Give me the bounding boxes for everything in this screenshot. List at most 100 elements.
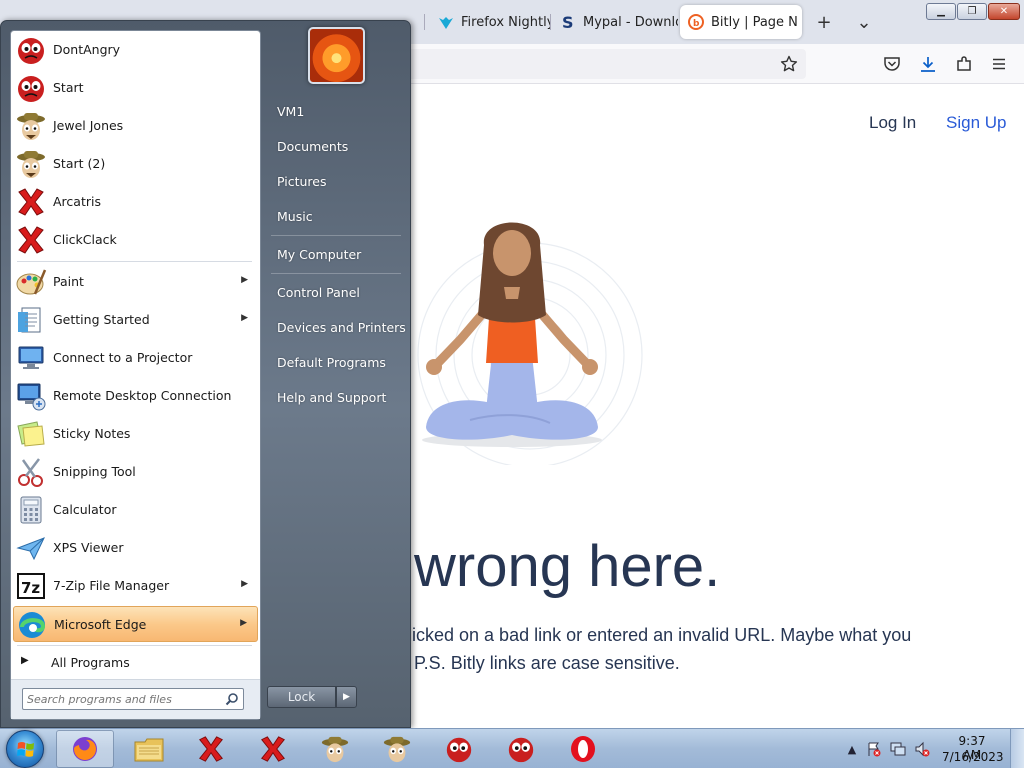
- minimize-icon: ▁: [937, 6, 945, 17]
- edge-icon: [19, 612, 46, 638]
- program-microsoft-edge[interactable]: Microsoft Edge ▶: [13, 606, 258, 642]
- svg-text:b: b: [693, 19, 700, 29]
- user-account-picture[interactable]: [308, 27, 365, 84]
- program-getting-started[interactable]: Getting Started ▶: [13, 302, 258, 338]
- right-item-label: Devices and Printers: [277, 320, 406, 335]
- all-programs-divider: [17, 645, 252, 646]
- hamburger-menu-icon[interactable]: [988, 53, 1010, 75]
- angry-ball-icon: [18, 76, 44, 102]
- program-start-2[interactable]: Start (2): [13, 146, 258, 182]
- tab-mypal[interactable]: S Mypal - Downlo: [552, 5, 678, 39]
- program-connect-projector[interactable]: Connect to a Projector: [13, 340, 258, 376]
- program-label: Arcatris: [53, 194, 101, 209]
- tab-hidden[interactable]: [408, 5, 430, 39]
- taskbar-explorer-character-app[interactable]: [368, 730, 426, 768]
- taskbar-red-x-app[interactable]: [182, 730, 240, 768]
- search-input[interactable]: [27, 691, 217, 707]
- lock-button[interactable]: Lock: [267, 686, 336, 708]
- right-item-pictures[interactable]: Pictures: [267, 168, 405, 196]
- right-item-label: Default Programs: [277, 355, 386, 370]
- taskbar-red-x-app[interactable]: [244, 730, 302, 768]
- windows-logo-icon: [17, 742, 34, 757]
- program-label: Connect to a Projector: [53, 350, 193, 365]
- taskbar-angry-ball-app[interactable]: [430, 730, 488, 768]
- tab-label: Mypal - Downlo: [583, 14, 678, 30]
- program-clickclack[interactable]: ClickClack: [13, 222, 258, 258]
- pocket-icon[interactable]: [881, 53, 903, 75]
- explorer-character-icon: [17, 151, 45, 178]
- seven-zip-icon: 7z: [17, 573, 45, 599]
- right-item-devices-printers[interactable]: Devices and Printers: [267, 314, 406, 342]
- right-item-vm1[interactable]: VM1: [267, 98, 405, 126]
- program-arcatris[interactable]: Arcatris: [13, 184, 258, 220]
- red-x-icon: [18, 188, 44, 216]
- program-snipping-tool[interactable]: Snipping Tool: [13, 454, 258, 490]
- program-label: Start (2): [53, 156, 106, 171]
- search-box[interactable]: [22, 688, 244, 710]
- submenu-arrow-icon: ▶: [241, 313, 248, 323]
- program-paint[interactable]: Paint ▶: [13, 264, 258, 300]
- start-button[interactable]: [6, 730, 44, 768]
- program-sticky-notes[interactable]: Sticky Notes: [13, 416, 258, 452]
- program-label: XPS Viewer: [53, 540, 124, 555]
- right-item-default-programs[interactable]: Default Programs: [267, 349, 405, 377]
- list-all-tabs-button[interactable]: ⌄: [850, 8, 878, 36]
- search-icon[interactable]: [225, 692, 239, 706]
- program-label: Jewel Jones: [53, 118, 124, 133]
- program-7zip[interactable]: 7z 7-Zip File Manager ▶: [13, 568, 258, 604]
- taskbar: ▲ 9:37 AM 7/16/2023: [0, 728, 1024, 768]
- pinned-divider: [17, 261, 252, 262]
- close-icon: ✕: [999, 6, 1009, 17]
- program-dontangry[interactable]: DontAngry: [13, 32, 258, 68]
- taskbar-file-explorer[interactable]: [120, 730, 178, 768]
- program-xps-viewer[interactable]: XPS Viewer: [13, 530, 258, 566]
- show-desktop-button[interactable]: [1010, 729, 1024, 768]
- meditating-woman-illustration: [417, 222, 643, 465]
- window-close-button[interactable]: ✕: [988, 3, 1020, 20]
- right-item-documents[interactable]: Documents: [267, 133, 405, 161]
- submenu-arrow-icon: ▶: [241, 275, 248, 285]
- submenu-arrow-icon: ▶: [240, 618, 247, 628]
- start-menu-programs-pane: DontAngry Start Jewel Jones Start (2) Ar…: [10, 30, 261, 720]
- program-label: ClickClack: [53, 232, 117, 247]
- bookmark-star-icon[interactable]: [778, 53, 800, 75]
- program-label: Paint: [53, 274, 84, 289]
- opera-icon: [571, 736, 595, 762]
- right-item-help-support[interactable]: Help and Support: [267, 384, 405, 412]
- taskbar-firefox[interactable]: [56, 730, 114, 768]
- restore-button[interactable]: ❐: [957, 3, 987, 20]
- signup-link[interactable]: Sign Up: [946, 113, 1006, 133]
- show-hidden-icons-button[interactable]: ▲: [844, 741, 860, 757]
- right-item-control-panel[interactable]: Control Panel: [267, 279, 405, 307]
- extensions-icon[interactable]: [953, 53, 975, 75]
- program-label: Sticky Notes: [53, 426, 131, 441]
- restore-icon: ❐: [967, 6, 977, 17]
- new-tab-button[interactable]: +: [810, 8, 838, 36]
- error-description: licked on a bad link or entered an inval…: [408, 625, 912, 645]
- all-programs-button[interactable]: ▶ All Programs: [13, 650, 258, 674]
- taskbar-opera[interactable]: [554, 730, 612, 768]
- explorer-character-icon: [383, 736, 411, 763]
- start-menu: DontAngry Start Jewel Jones Start (2) Ar…: [0, 20, 411, 728]
- clock-date[interactable]: 7/16/2023: [942, 750, 1004, 764]
- volume-muted-icon[interactable]: [914, 741, 930, 757]
- network-icon[interactable]: [890, 741, 906, 757]
- program-start[interactable]: Start: [13, 70, 258, 106]
- downloads-icon[interactable]: [917, 53, 939, 75]
- minimize-button[interactable]: ▁: [926, 3, 956, 20]
- getting-started-icon: [18, 307, 41, 333]
- login-link[interactable]: Log In: [869, 113, 916, 133]
- tab-label: Bitly | Page N: [711, 14, 798, 30]
- right-item-music[interactable]: Music: [267, 203, 405, 231]
- tab-firefox-nightly[interactable]: Firefox Nightly |: [430, 5, 550, 39]
- taskbar-explorer-character-app[interactable]: [306, 730, 364, 768]
- taskbar-angry-ball-app[interactable]: [492, 730, 550, 768]
- program-jewel-jones[interactable]: Jewel Jones: [13, 108, 258, 144]
- program-calculator[interactable]: Calculator: [13, 492, 258, 528]
- shutdown-options-arrow[interactable]: ▶: [336, 686, 357, 708]
- action-center-flag-icon[interactable]: [866, 741, 882, 757]
- red-x-icon: [261, 736, 285, 762]
- program-remote-desktop[interactable]: Remote Desktop Connection: [13, 378, 258, 414]
- tab-bitly[interactable]: b Bitly | Page N ✕: [680, 5, 802, 39]
- right-item-my-computer[interactable]: My Computer: [267, 241, 405, 269]
